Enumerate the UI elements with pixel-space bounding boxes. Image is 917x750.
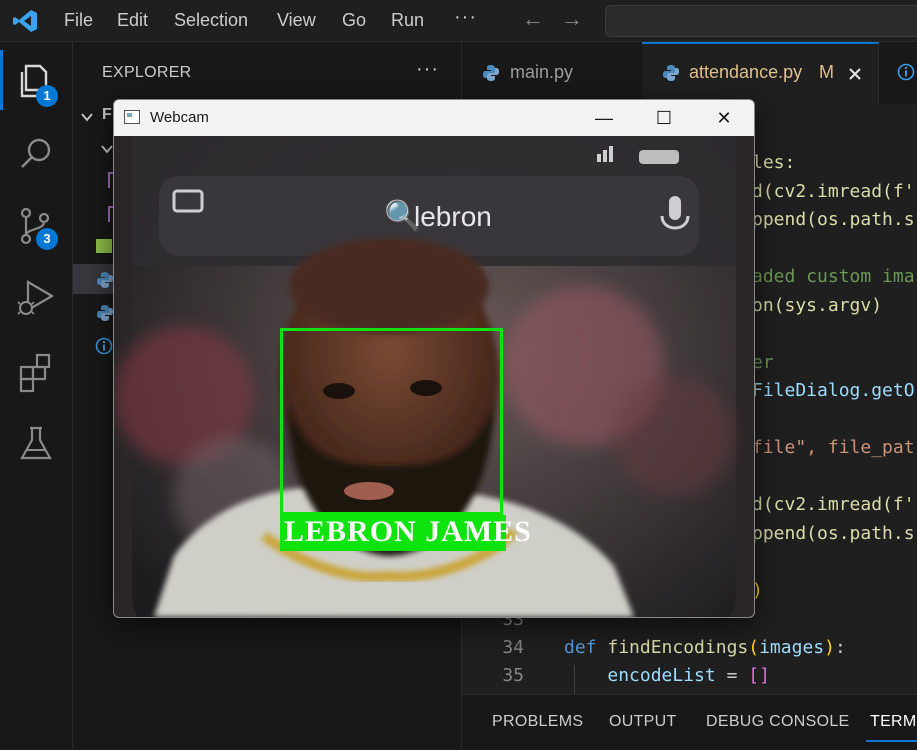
- code-fragment: FileDialog.getO: [752, 380, 915, 401]
- close-tab-icon[interactable]: [848, 67, 862, 81]
- run-debug-icon[interactable]: [14, 276, 58, 320]
- testing-flask-icon[interactable]: [14, 422, 58, 466]
- code-fragment: ppend(os.path.s: [752, 209, 915, 230]
- panel-tab-terminal[interactable]: TERMI: [870, 713, 917, 731]
- webcam-window[interactable]: Webcam — ☐ ✕ 🔍 lebron LEBRON JAMES: [113, 99, 755, 618]
- python-file-icon: [97, 305, 113, 321]
- modified-indicator: M: [819, 62, 834, 82]
- code-fragment: on(sys.argv): [752, 295, 883, 316]
- window-app-icon: [124, 110, 140, 124]
- python-file-icon: [483, 65, 499, 81]
- indent-guide: [574, 665, 575, 695]
- chevron-down-icon[interactable]: [80, 110, 94, 124]
- python-file-icon: [97, 272, 113, 288]
- menu-go[interactable]: Go: [342, 10, 366, 31]
- forward-arrow-icon[interactable]: →: [561, 6, 583, 32]
- code-fragment: d(cv2.imread(f': [752, 181, 915, 202]
- code-fragment: ppend(os.path.s: [752, 523, 915, 544]
- vscode-logo-icon: [13, 10, 37, 32]
- panel-active-indicator: [866, 740, 917, 742]
- close-window-icon[interactable]: ✕: [694, 100, 754, 136]
- folder-name-partial[interactable]: F: [102, 106, 113, 126]
- panel-tab-problems[interactable]: PROBLEMS: [492, 713, 583, 731]
- explorer-title: EXPLORER: [102, 64, 192, 81]
- code-comment: er: [752, 352, 774, 373]
- panel-tab-output[interactable]: OUTPUT: [609, 713, 677, 731]
- search-icon[interactable]: [14, 132, 58, 176]
- explorer-badge: 1: [36, 85, 58, 107]
- face-bounding-box: [280, 328, 503, 515]
- extensions-icon[interactable]: [14, 350, 58, 394]
- tab-label: attendance.py: [689, 62, 803, 82]
- code-fragment: d(cv2.imread(f': [752, 494, 915, 515]
- info-file-icon[interactable]: [897, 63, 915, 81]
- line-number: 35: [502, 665, 524, 686]
- menu-run[interactable]: Run: [391, 10, 424, 31]
- code-line: def findEncodings(images):: [564, 637, 846, 658]
- line-number: 34: [502, 637, 524, 658]
- menu-file[interactable]: File: [64, 10, 93, 31]
- info-file-icon: [95, 337, 113, 355]
- command-center-search[interactable]: [605, 5, 917, 37]
- code-fragment: file", file_pat: [752, 437, 915, 458]
- menu-view[interactable]: View: [277, 10, 316, 31]
- webcam-title: Webcam: [150, 109, 209, 126]
- tab-attendance-py[interactable]: attendance.py M: [642, 42, 879, 104]
- maximize-icon[interactable]: ☐: [634, 100, 694, 136]
- menu-edit[interactable]: Edit: [117, 10, 148, 31]
- panel-tab-debug-console[interactable]: DEBUG CONSOLE: [706, 713, 850, 731]
- menu-selection[interactable]: Selection: [174, 10, 248, 31]
- code-comment: aded custom ima: [752, 266, 915, 287]
- code-fragment: les:: [752, 152, 796, 173]
- explorer-more-icon[interactable]: ···: [416, 58, 439, 81]
- tab-main-py[interactable]: main.py: [462, 42, 643, 104]
- face-recognition-label: LEBRON JAMES: [284, 515, 532, 548]
- source-control-badge: 3: [36, 228, 58, 250]
- chevron-down-icon[interactable]: [100, 142, 114, 156]
- minimize-icon[interactable]: —: [574, 100, 634, 136]
- menu-more-icon[interactable]: ···: [454, 6, 477, 29]
- phone-search-text: lebron: [414, 201, 492, 232]
- python-file-icon: [663, 65, 679, 81]
- activity-active-indicator: [0, 50, 3, 110]
- back-arrow-icon[interactable]: ←: [522, 6, 544, 32]
- tab-label: main.py: [510, 62, 574, 82]
- code-line: encodeList = []: [607, 665, 770, 686]
- csv-file-icon: [96, 239, 112, 253]
